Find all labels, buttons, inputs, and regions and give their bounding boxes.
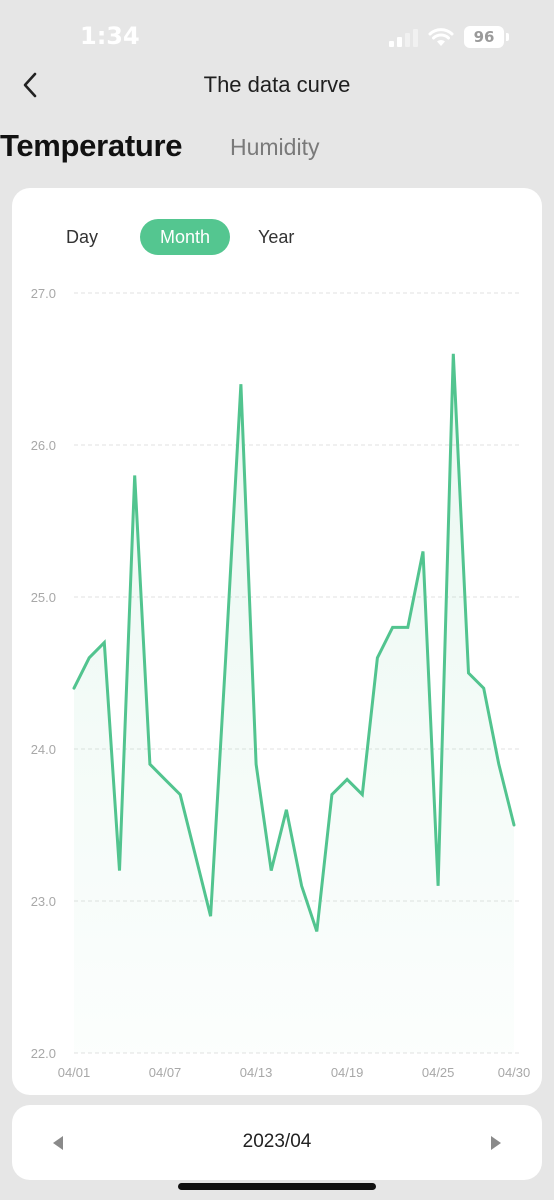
tab-temperature[interactable]: Temperature: [0, 128, 182, 164]
x-tick-label: 04/01: [58, 1065, 91, 1080]
wifi-icon: [428, 28, 454, 46]
battery-icon: 96: [464, 26, 509, 48]
x-tick-label: 04/13: [240, 1065, 273, 1080]
current-month-label: 2023/04: [242, 1131, 312, 1152]
home-indicator: [178, 1183, 376, 1190]
x-tick-label: 04/25: [422, 1065, 455, 1080]
tab-bar: Temperature Humidity: [0, 126, 554, 170]
nav-bar: The data curve: [0, 62, 554, 108]
y-tick-label: 23.0: [31, 894, 56, 909]
y-tick-label: 25.0: [31, 590, 56, 605]
temperature-chart: 22.0 23.0 24.0 25.0 26.0 27.0 04/01 04/07 04/13 0…: [31, 286, 531, 1080]
battery-level: 96: [473, 28, 495, 46]
series-area: [74, 353, 514, 1053]
date-navigator: 2023/04: [12, 1105, 542, 1180]
x-tick-label: 04/30: [498, 1065, 531, 1080]
y-tick-label: 26.0: [31, 438, 56, 453]
next-month-button[interactable]: [484, 1129, 508, 1157]
chart-card: Day Month Year 22.0 23.0 24.0 25.0 26.0 27.0 0…: [12, 188, 542, 1095]
triangle-right-icon: [491, 1136, 501, 1150]
x-tick-label: 04/19: [331, 1065, 364, 1080]
status-icons: 96: [389, 26, 509, 48]
status-time: 1:34: [80, 22, 140, 50]
tab-humidity[interactable]: Humidity: [230, 134, 319, 161]
page-title: The data curve: [203, 72, 351, 97]
signal-icon: [389, 27, 418, 47]
y-tick-label: 24.0: [31, 742, 56, 757]
y-tick-label: 22.0: [31, 1046, 56, 1061]
x-tick-label: 04/07: [149, 1065, 182, 1080]
y-tick-label: 27.0: [31, 286, 56, 301]
